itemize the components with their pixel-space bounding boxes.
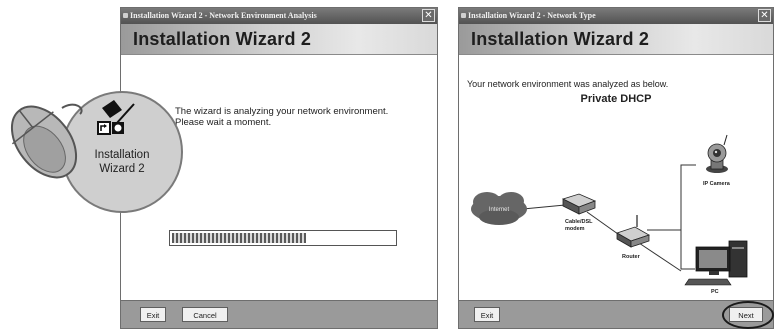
callout-label-line1: Installation xyxy=(94,149,150,161)
analysis-close-button[interactable]: ✕ xyxy=(422,9,435,22)
network-diagram: Internet Cable/DSL modem Router IP Camer… xyxy=(471,134,748,295)
analysis-footer: Exit Cancel xyxy=(121,300,437,328)
modem-label: Cable/DSL modem xyxy=(565,219,594,232)
analysis-header-title: Installation Wizard 2 xyxy=(133,29,312,49)
network-type-titlebar[interactable]: Installation Wizard 2 - Network Type ✕ xyxy=(459,8,773,24)
network-type-window: Installation Wizard 2 - Network Type ✕ I… xyxy=(458,7,774,329)
network-type-content: Your network environment was analyzed as… xyxy=(459,55,773,301)
ip-camera-label: IP Camera xyxy=(703,181,731,187)
exit-button[interactable]: Exit xyxy=(474,307,500,322)
next-highlight-ring xyxy=(722,301,774,329)
router-icon xyxy=(616,215,650,248)
analysis-progress-fill xyxy=(172,233,306,243)
modem-icon xyxy=(561,193,597,215)
internet-label: Internet xyxy=(489,207,510,213)
cancel-button[interactable]: Cancel xyxy=(182,307,228,322)
network-type-close-button[interactable]: ✕ xyxy=(758,9,771,22)
network-connection-lines xyxy=(522,164,696,272)
callout-label-line2: Wizard 2 xyxy=(99,163,145,175)
analysis-window-title: Installation Wizard 2 - Network Environm… xyxy=(130,11,317,20)
analysis-header: Installation Wizard 2 xyxy=(121,24,437,55)
pc-icon xyxy=(684,240,748,286)
analysis-message-line1: The wizard is analyzing your network env… xyxy=(175,106,389,117)
modem-label-line2: modem xyxy=(565,226,585,232)
ip-camera-icon xyxy=(706,134,728,173)
router-label: Router xyxy=(622,254,641,260)
pc-label: PC xyxy=(711,289,719,295)
network-type-header: Installation Wizard 2 xyxy=(459,24,773,55)
app-icon xyxy=(461,13,466,18)
modem-label-line1: Cable/DSL xyxy=(565,219,593,225)
callout-label: Installation Wizard 2 xyxy=(74,148,170,176)
wizard-diamond-shape xyxy=(102,100,122,118)
exit-button[interactable]: Exit xyxy=(140,307,166,322)
wizard-shortcut-icon[interactable] xyxy=(88,96,144,140)
app-icon xyxy=(123,13,128,18)
analysis-message-line2: Please wait a moment. xyxy=(175,117,272,128)
analysis-progress-bar xyxy=(169,230,397,246)
network-type-window-title: Installation Wizard 2 - Network Type xyxy=(468,11,596,20)
analysis-titlebar[interactable]: Installation Wizard 2 - Network Environm… xyxy=(121,8,437,24)
network-type-header-title: Installation Wizard 2 xyxy=(471,29,650,49)
